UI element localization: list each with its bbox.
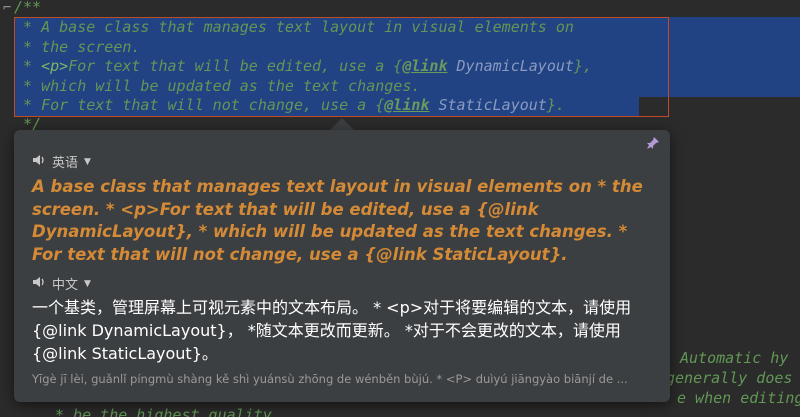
- pinyin-text: Yīgè jī lèi, guǎnlǐ píngmù shàng kě shì …: [32, 372, 628, 386]
- code-line: /**: [14, 0, 42, 16]
- target-language-label[interactable]: 中文: [52, 274, 78, 293]
- code-line: * A base class that manages text layout …: [14, 18, 574, 36]
- chevron-down-icon[interactable]: ▼: [84, 157, 91, 167]
- code-fragment: e when editing: [677, 389, 800, 407]
- javadoc-link-ref[interactable]: StaticLayout: [429, 96, 546, 114]
- code-fragment: Automatic hy: [680, 349, 789, 367]
- source-text: A base class that manages text layout in…: [32, 177, 643, 264]
- javadoc-link-keyword[interactable]: @link: [402, 57, 447, 75]
- code-text: }.: [546, 96, 565, 114]
- speaker-icon[interactable]: [32, 276, 46, 292]
- popup-arrow: [330, 118, 354, 130]
- code-text: *: [14, 57, 42, 75]
- source-language-selector[interactable]: 英语 ▼: [32, 152, 91, 171]
- html-tag: <p>: [41, 57, 69, 75]
- speaker-icon[interactable]: [32, 154, 46, 170]
- code-line: * For text that will not change, use a {…: [14, 95, 565, 115]
- code-line: * <p>For text that will be edited, use a…: [14, 56, 592, 76]
- code-fragment: generally does: [666, 369, 793, 387]
- chevron-down-icon[interactable]: ▼: [84, 279, 91, 289]
- code-text: * For text that will not change, use a {: [14, 96, 385, 114]
- pin-icon[interactable]: [646, 136, 660, 154]
- fold-marker[interactable]: ⌐: [3, 0, 11, 16]
- translation-popup: 英语 ▼ A base class that manages text layo…: [14, 130, 670, 402]
- code-line: * be the highest quality: [46, 406, 272, 417]
- javadoc-link-ref[interactable]: DynamicLayout: [447, 57, 574, 75]
- target-language-selector[interactable]: 中文 ▼: [32, 274, 91, 293]
- code-line: * which will be updated as the text chan…: [14, 77, 421, 95]
- source-language-label[interactable]: 英语: [52, 152, 78, 171]
- translation-text: 一个基类，管理屏幕上可视元素中的文本布局。 * <p>对于将要编辑的文本，请使用…: [32, 298, 632, 363]
- javadoc-link-keyword[interactable]: @link: [384, 96, 429, 114]
- code-text: For text that will be edited, use a {: [68, 57, 403, 75]
- code-text: },: [573, 57, 592, 75]
- code-line: * the screen.: [14, 38, 141, 56]
